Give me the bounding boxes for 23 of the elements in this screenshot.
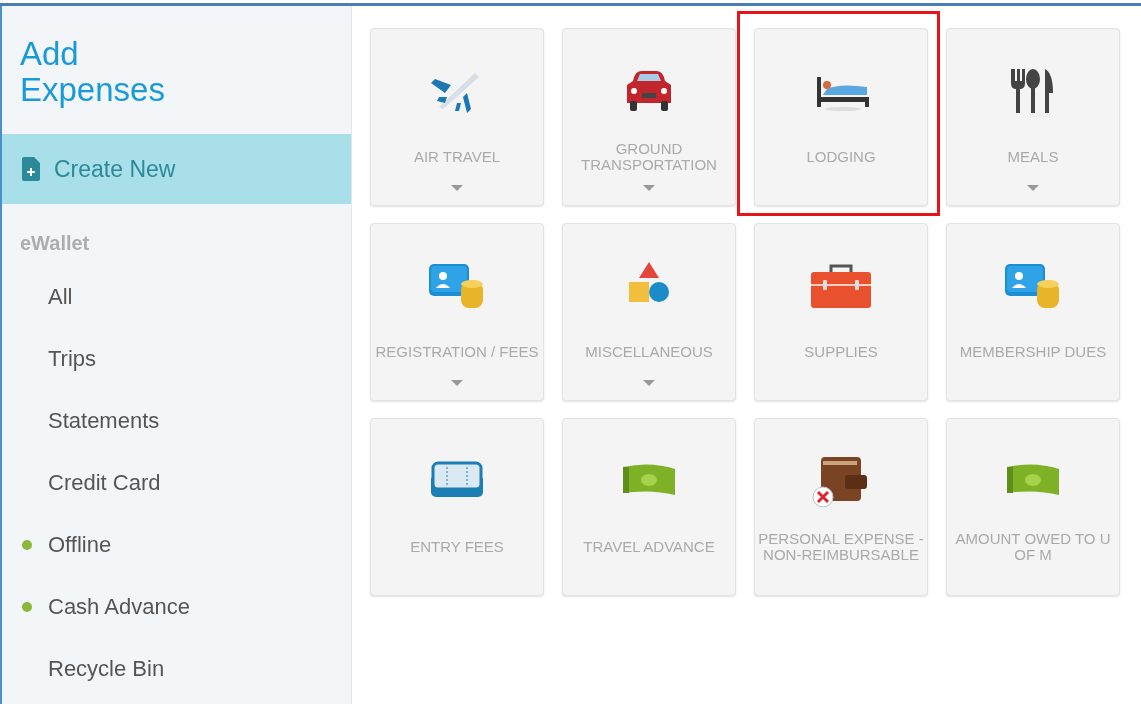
sidebar-item[interactable]: Offline [2, 514, 351, 576]
section-label: eWallet [19, 231, 91, 256]
sidebar-item[interactable]: Credit Card [2, 452, 351, 514]
page-title: Add Expenses [19, 34, 166, 110]
new-document-icon [22, 157, 40, 181]
expense-tile[interactable]: TRAVEL ADVANCE [562, 418, 736, 596]
sidebar-item[interactable]: All [2, 266, 351, 328]
expense-tile[interactable]: AIR TRAVEL [370, 28, 544, 206]
expense-tile[interactable]: ENTRY FEES [370, 418, 544, 596]
create-new-button[interactable]: Create New [2, 134, 351, 204]
expense-tile[interactable]: MISCELLANEOUS [562, 223, 736, 401]
expense-tile[interactable]: GROUND TRANSPORTATION [562, 28, 736, 206]
expense-tile[interactable]: LODGING [754, 28, 928, 206]
expense-tile[interactable]: MEMBERSHIP DUES [946, 223, 1120, 401]
expense-tile[interactable]: REGISTRATION / FEES [370, 223, 544, 401]
expense-tile[interactable]: MEALS [946, 28, 1120, 206]
expense-tile[interactable]: PERSONAL EXPENSE - NON-REIMBURSABLE [754, 418, 928, 596]
sidebar-item[interactable]: Recycle Bin [2, 638, 351, 700]
sidebar-item[interactable]: Trips [2, 328, 351, 390]
expense-tile[interactable]: AMOUNT OWED TO U OF M [946, 418, 1120, 596]
sidebar-item[interactable]: Cash Advance [2, 576, 351, 638]
expense-tile[interactable]: SUPPLIES [754, 223, 928, 401]
sidebar-item[interactable]: Statements [2, 390, 351, 452]
